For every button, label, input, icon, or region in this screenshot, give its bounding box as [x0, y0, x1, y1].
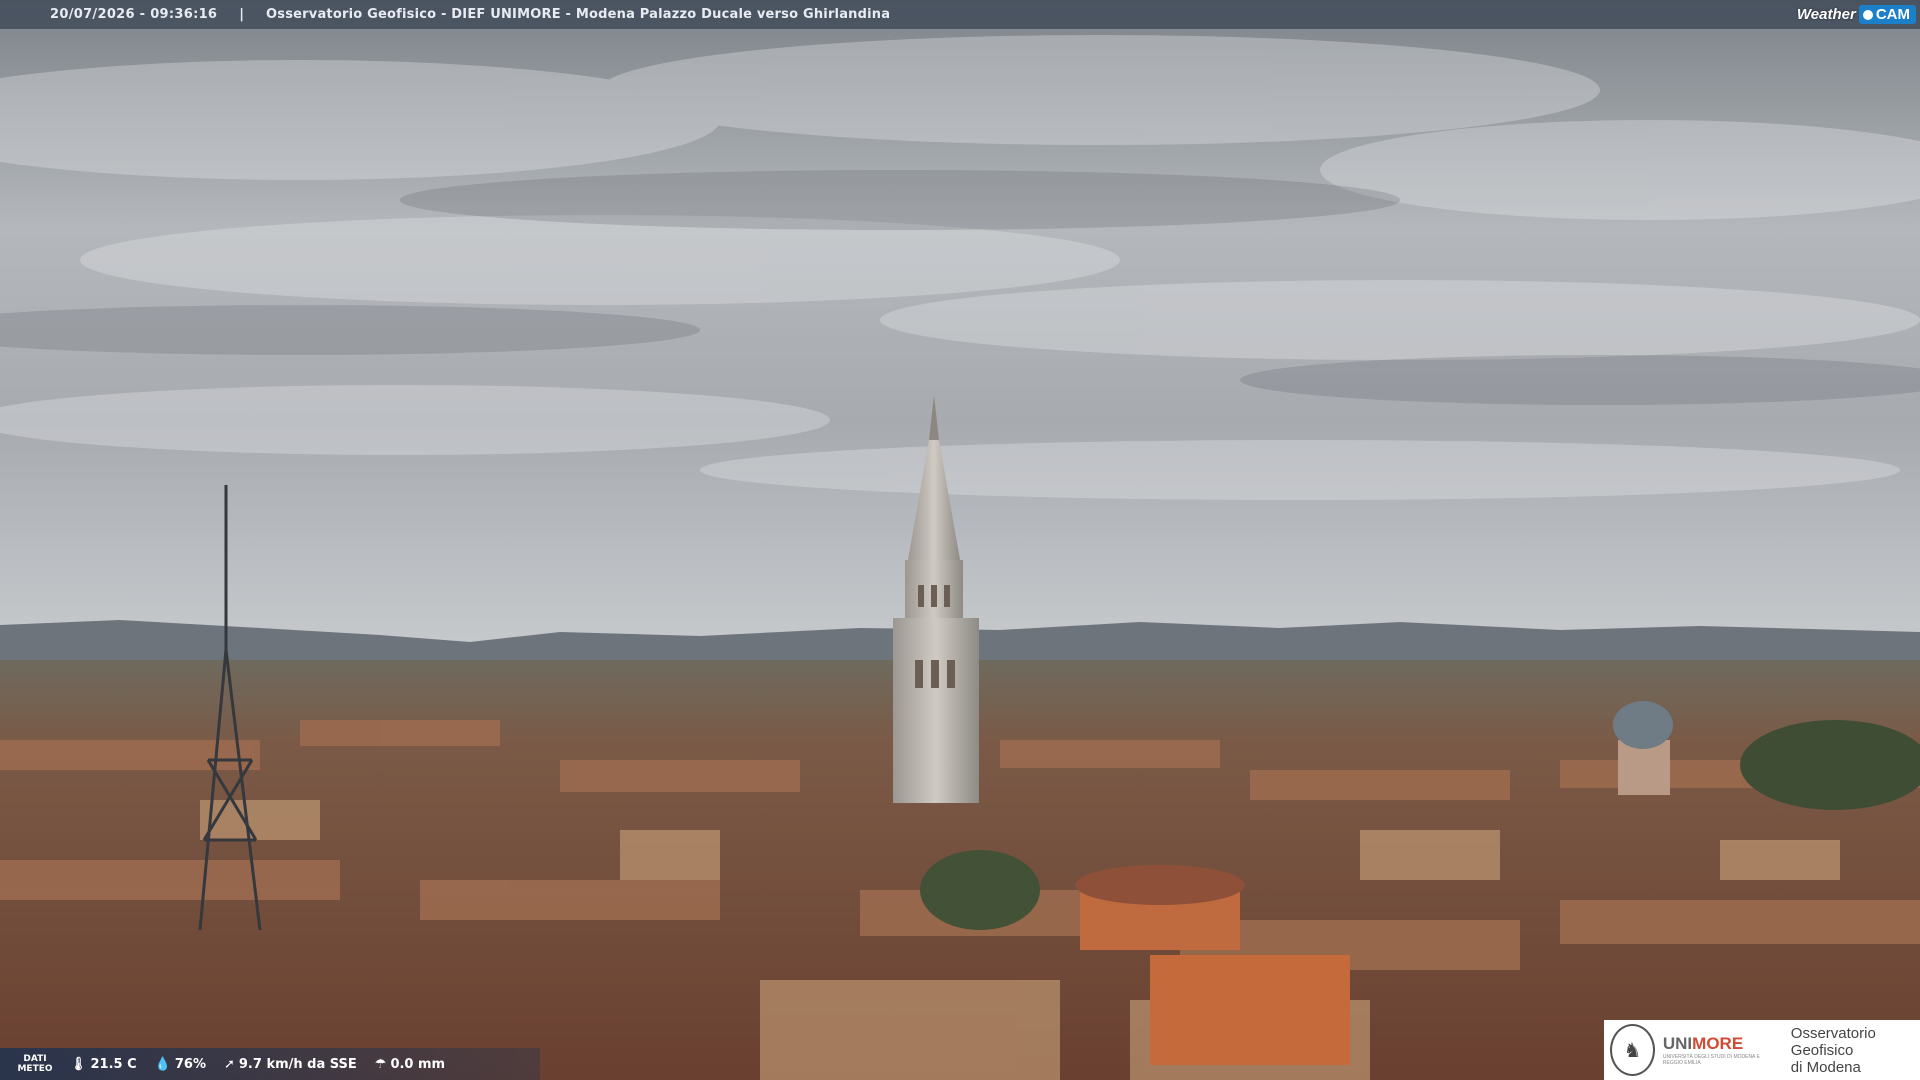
- header-separator: |: [239, 7, 245, 22]
- meteo-bar: DATI METEO 🌡 21.5 C 💧 76% ➚ 9.7 km/h da …: [0, 1048, 540, 1080]
- wind-reading: ➚ 9.7 km/h da SSE: [224, 1057, 357, 1072]
- temperature-reading: 🌡 21.5 C: [70, 1057, 137, 1072]
- rain-reading: ☂ 0.0 mm: [375, 1057, 445, 1072]
- weathercam-logo-cam: CAM: [1875, 5, 1910, 23]
- meteo-label: DATI METEO: [0, 1054, 70, 1074]
- header-bar: 20/07/2026 - 09:36:16 | Osservatorio Geo…: [0, 0, 1920, 29]
- university-seal-icon: ♞: [1610, 1024, 1655, 1076]
- humidity-reading: 💧 76%: [155, 1057, 206, 1072]
- observatory-name: Osservatorio Geofisico di Modena: [1791, 1025, 1920, 1076]
- brand-part2: MORE: [1692, 1034, 1744, 1053]
- brand-subtitle: UNIVERSITÀ DEGLI STUDI DI MODENA E REGGI…: [1662, 1054, 1760, 1066]
- unimore-logo-panel: ♞ UNIMORE UNIVERSITÀ DEGLI STUDI DI MODE…: [1604, 1020, 1920, 1080]
- meteo-label-line2: METEO: [17, 1064, 53, 1074]
- wind-icon: ➚: [223, 1056, 235, 1072]
- observatory-name-line2: di Modena: [1790, 1058, 1861, 1076]
- weathercam-logo: Weather CAM: [1797, 3, 1916, 25]
- unimore-brand: UNIMORE UNIVERSITÀ DEGLI STUDI DI MODENA…: [1663, 1034, 1779, 1066]
- observatory-name-line1: Osservatorio Geofisico: [1790, 1024, 1876, 1059]
- weathercam-logo-weather: Weather: [1796, 5, 1856, 23]
- webcam-photo: [0, 0, 1920, 1080]
- datetime-stamp: 20/07/2026 - 09:36:16: [50, 7, 218, 22]
- thermometer-icon: 🌡: [70, 1056, 87, 1072]
- weathercam-dot-icon: [1862, 9, 1873, 20]
- temperature-value: 21.5 C: [90, 1056, 137, 1072]
- meteo-label-line1: DATI: [23, 1054, 47, 1064]
- rain-icon: ☂: [374, 1056, 387, 1072]
- humidity-value: 76%: [174, 1056, 206, 1072]
- brand-part1: UNI: [1662, 1034, 1693, 1053]
- wind-value: 9.7 km/h da SSE: [238, 1056, 357, 1072]
- humidity-icon: 💧: [154, 1056, 171, 1072]
- rain-value: 0.0 mm: [390, 1056, 446, 1072]
- camera-title: Osservatorio Geofisico - DIEF UNIMORE - …: [266, 7, 891, 22]
